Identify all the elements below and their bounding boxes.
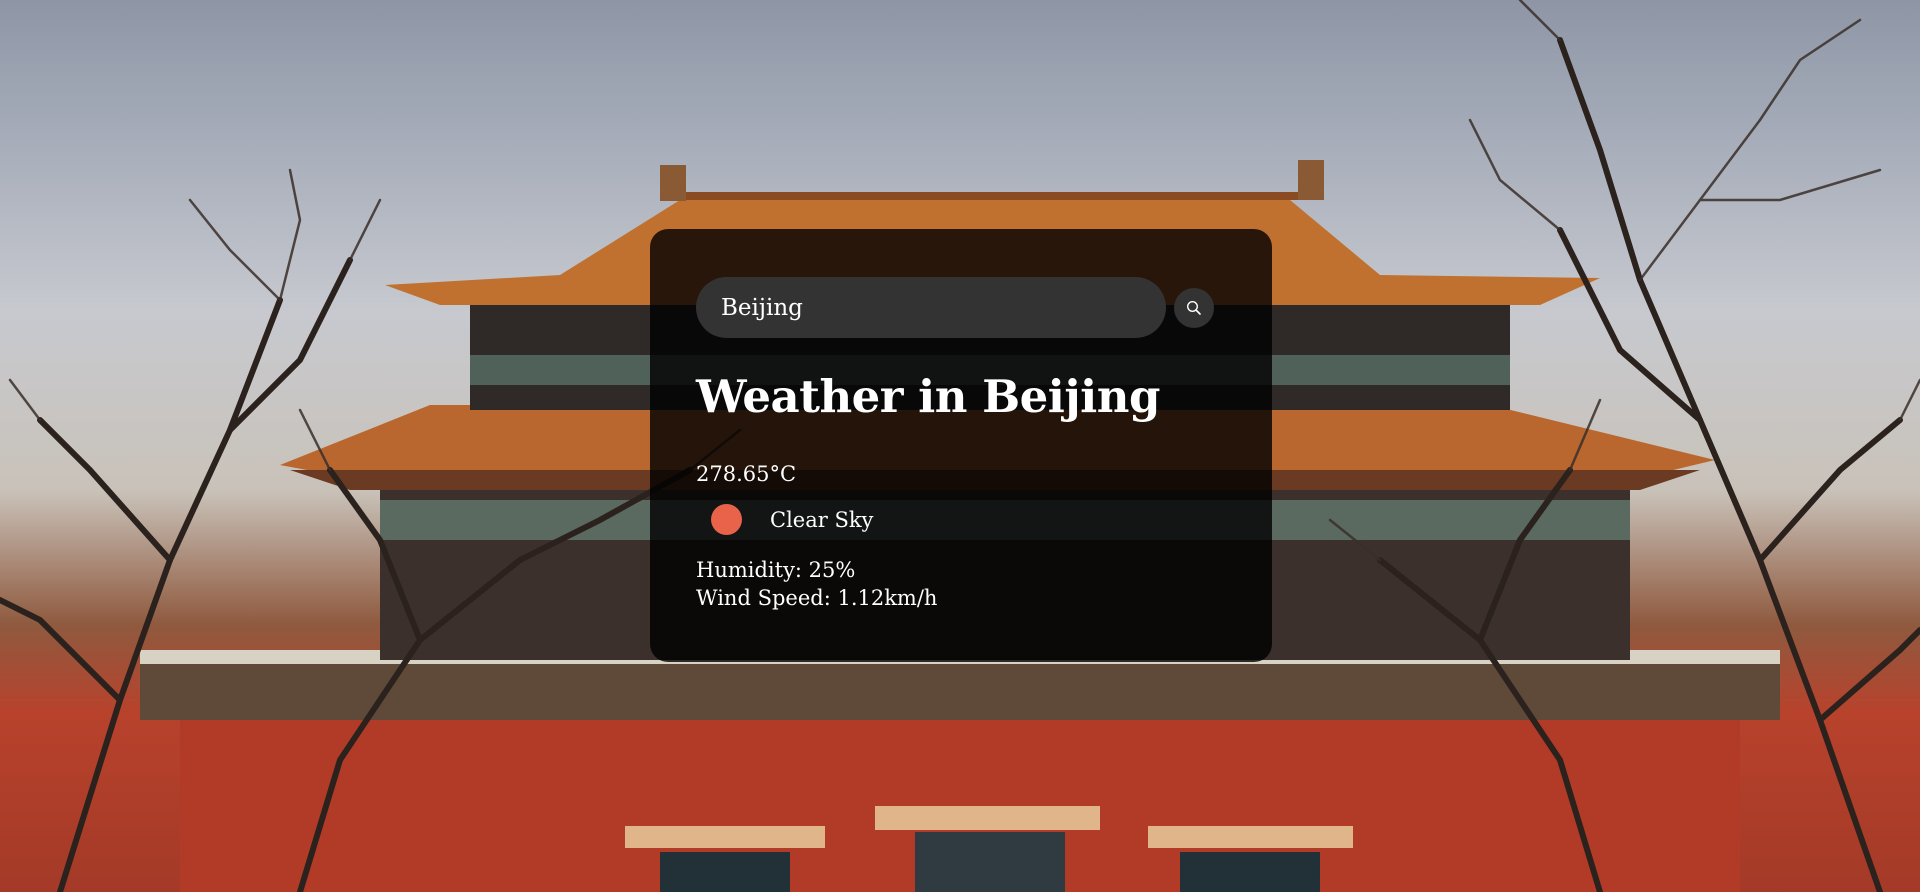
search-bar xyxy=(696,277,1226,338)
wind-speed: Wind Speed: 1.12km/h xyxy=(696,585,938,610)
humidity: Humidity: 25% xyxy=(696,557,856,582)
condition-row: Clear Sky xyxy=(696,502,1226,538)
weather-title: Weather in Beijing xyxy=(696,370,1160,423)
weather-card: Weather in Beijing 278.65°C Clear Sky Hu… xyxy=(650,229,1272,662)
sun-icon xyxy=(711,504,742,536)
search-input[interactable] xyxy=(696,277,1166,338)
search-icon xyxy=(1186,300,1201,315)
search-button[interactable] xyxy=(1174,287,1214,328)
temperature: 278.65°C xyxy=(696,461,797,486)
condition-text: Clear Sky xyxy=(770,507,874,532)
